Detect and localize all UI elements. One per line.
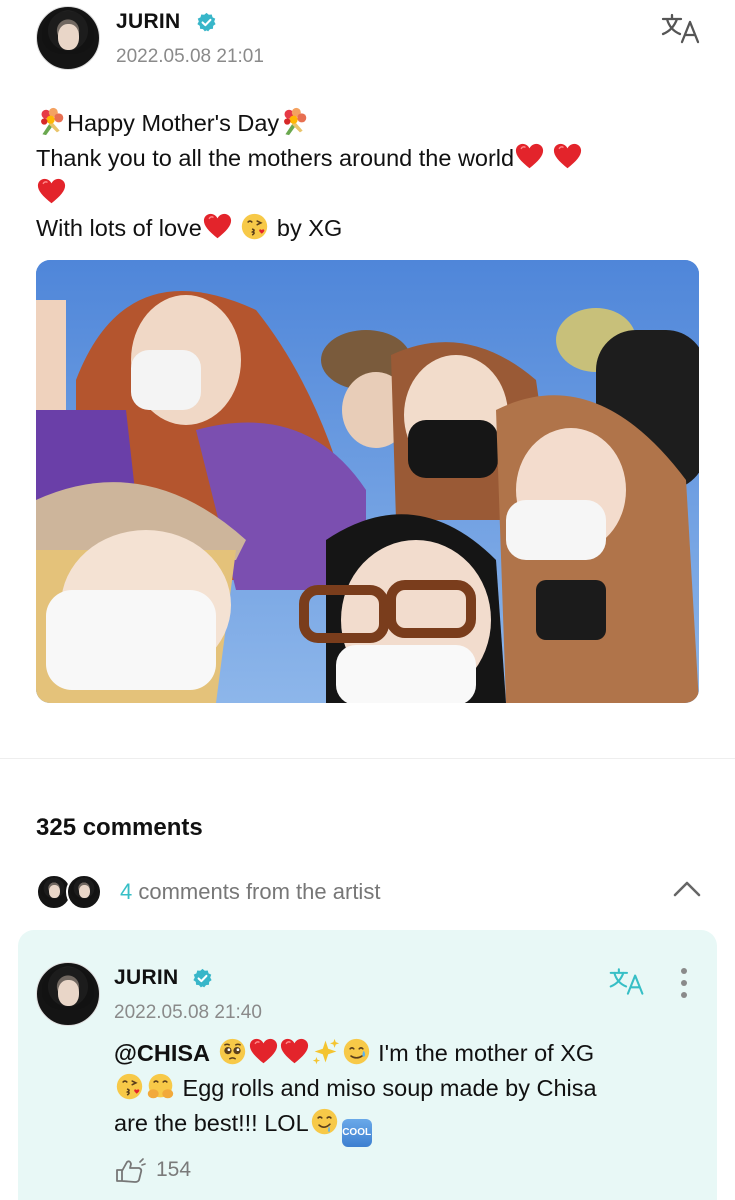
red-heart-icon: [515, 142, 544, 171]
post-line-2: Thank you to all the mothers around the …: [36, 141, 706, 176]
pleading-face-icon: [218, 1037, 247, 1066]
commenter-name[interactable]: JURIN: [114, 966, 179, 990]
post-line-4-suffix: by XG: [270, 215, 343, 241]
author-name[interactable]: JURIN: [116, 10, 181, 34]
sparkles-icon: [311, 1037, 340, 1066]
translate-icon[interactable]: [660, 12, 702, 44]
bouquet-icon: [37, 107, 66, 136]
author-avatar[interactable]: [36, 6, 100, 70]
artist-comment-card: JURIN 2022.05.08 21:40 @CHISA I'm the mo…: [18, 930, 717, 1200]
comment-line-1-text: I'm the mother of XG: [371, 1040, 595, 1066]
artist-comments-toggle[interactable]: 4 comments from the artist: [36, 872, 706, 912]
red-heart-icon: [280, 1037, 309, 1066]
post-line-2-text: Thank you to all the mothers around the …: [36, 145, 515, 171]
post-line-1: Happy Mother's Day: [36, 106, 706, 141]
post-body: Happy Mother's Day Thank you to all the …: [36, 106, 706, 246]
artist-comments-label: 4 comments from the artist: [120, 879, 380, 905]
red-heart-icon: [249, 1037, 278, 1066]
chevron-up-icon[interactable]: [672, 878, 702, 900]
comment-timestamp: 2022.05.08 21:40: [114, 1002, 262, 1023]
smiling-tear-icon: [342, 1037, 371, 1066]
red-heart-icon: [37, 177, 66, 206]
post-timestamp: 2022.05.08 21:01: [116, 46, 264, 67]
comment-line-2-text: Egg rolls and miso soup made by Chisa: [176, 1075, 597, 1101]
kissing-face-icon: [115, 1072, 144, 1101]
drooling-face-icon: [310, 1107, 339, 1136]
verified-badge-icon: [196, 12, 217, 33]
post-photo[interactable]: [36, 260, 699, 703]
commenter-avatar[interactable]: [36, 962, 100, 1026]
comment-line-3-text: are the best!!! LOL: [114, 1110, 309, 1136]
artist-avatar: [66, 874, 102, 910]
more-vertical-icon[interactable]: [676, 966, 692, 1000]
like-count: 154: [156, 1158, 192, 1181]
artist-comment-text: comments from the artist: [132, 879, 381, 904]
comment-line-2: Egg rolls and miso soup made by Chisa: [114, 1071, 704, 1106]
like-hand-icon: [116, 1158, 146, 1183]
post-line-1-text: Happy Mother's Day: [67, 110, 280, 136]
artist-comment-count: 4: [120, 879, 133, 904]
section-divider: [0, 758, 735, 759]
red-heart-icon: [203, 212, 232, 241]
cool-button-icon: COOL: [341, 1119, 372, 1147]
bouquet-icon: [280, 107, 309, 136]
hugging-face-icon: [146, 1072, 175, 1101]
kissing-face-icon: [240, 212, 269, 241]
post-line-3: [36, 176, 706, 211]
comment-count: 325 comments: [36, 814, 203, 841]
comment-body: @CHISA I'm the mother of XG Egg rolls an…: [114, 1036, 704, 1147]
post-line-4-text: With lots of love: [36, 215, 202, 241]
red-heart-icon: [553, 142, 582, 171]
comment-line-1: @CHISA I'm the mother of XG: [114, 1036, 704, 1071]
group-selfie-image: [36, 260, 699, 703]
mention-link[interactable]: @CHISA: [114, 1040, 210, 1066]
comment-line-3: are the best!!! LOL COOL: [114, 1106, 704, 1147]
post-line-4: With lots of love by XG: [36, 211, 706, 246]
translate-icon[interactable]: [608, 966, 646, 996]
verified-badge-icon: [192, 968, 213, 989]
